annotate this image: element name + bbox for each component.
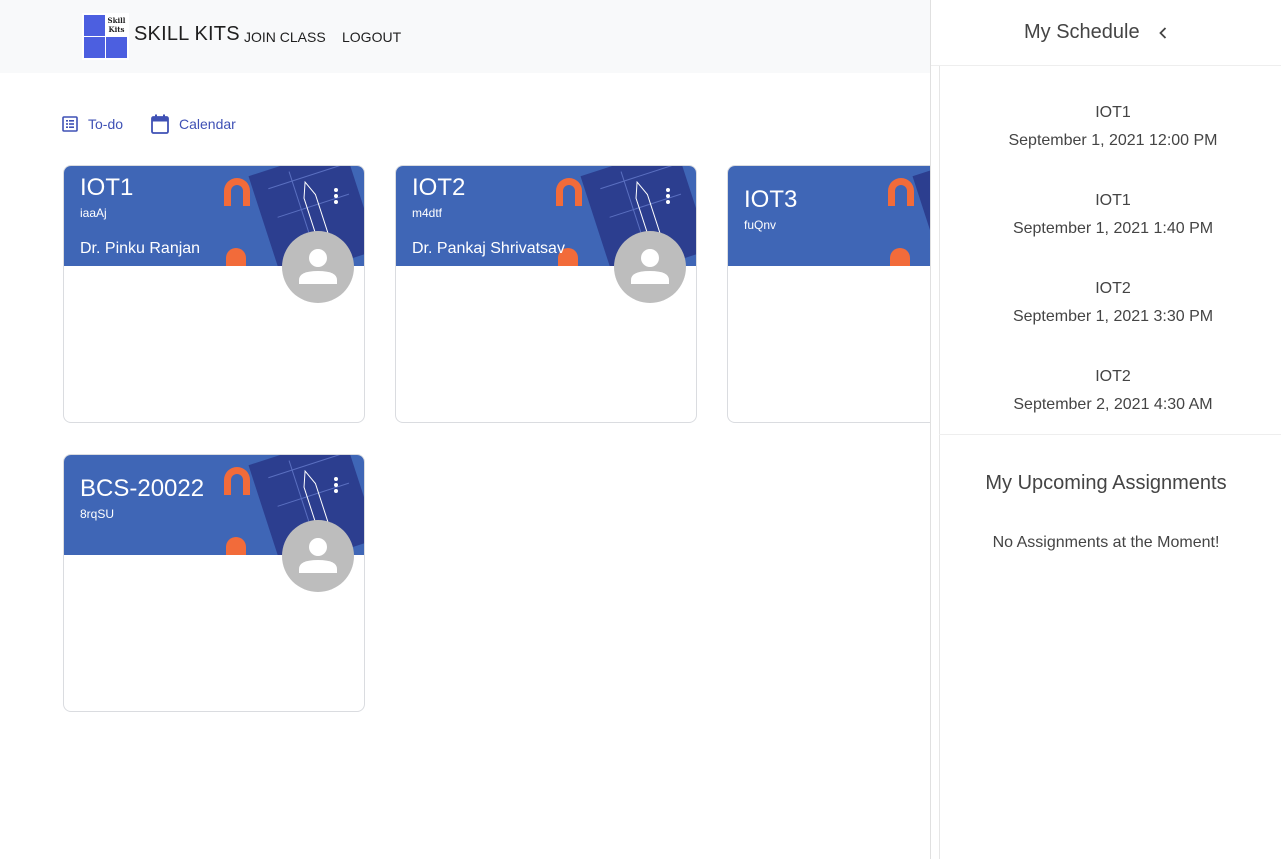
schedule-time: September 1, 2021 12:00 PM xyxy=(1008,132,1218,149)
schedule-item: IOT2 September 1, 2021 3:30 PM xyxy=(939,280,1286,326)
class-name[interactable]: IOT1 xyxy=(80,174,133,202)
schedule-time: September 2, 2021 4:30 AM xyxy=(1013,396,1213,413)
class-code: iaaAj xyxy=(80,206,107,220)
avatar xyxy=(282,231,354,303)
person-icon xyxy=(299,249,337,284)
panel-divider xyxy=(939,66,940,859)
class-name[interactable]: IOT2 xyxy=(412,174,465,202)
list-icon xyxy=(62,116,78,132)
schedule-panel: My Schedule IOT1 September 1, 2021 12:00… xyxy=(930,0,1286,859)
calendar-icon xyxy=(151,114,169,134)
assignments-empty-message: No Assignments at the Moment! xyxy=(992,534,1220,551)
more-vert-icon[interactable] xyxy=(332,188,340,206)
divider xyxy=(931,65,1281,66)
logo-text: Skill Kits xyxy=(107,16,126,34)
schedule-time: September 1, 2021 1:40 PM xyxy=(1012,220,1214,237)
schedule-class: IOT2 xyxy=(1095,280,1131,297)
class-card[interactable]: BCS-20022 8rqSU xyxy=(63,454,365,712)
schedule-item: IOT1 September 1, 2021 12:00 PM xyxy=(939,104,1286,150)
class-teacher: Dr. Pinku Ranjan xyxy=(80,240,201,257)
todo-label: To-do xyxy=(88,116,124,132)
avatar xyxy=(282,520,354,592)
class-teacher: Dr. Pankaj Shrivatsav xyxy=(412,240,565,257)
class-name[interactable]: IOT3 xyxy=(744,186,797,214)
class-code: m4dtf xyxy=(412,206,443,220)
schedule-time: September 1, 2021 3:30 PM xyxy=(1012,308,1214,325)
class-code: fuQnv xyxy=(744,218,777,232)
join-class-link[interactable]: JOIN CLASS xyxy=(244,29,326,45)
brand-name[interactable]: SKILL KITS xyxy=(134,23,240,46)
todo-link[interactable]: To-do xyxy=(62,114,123,134)
schedule-class: IOT1 xyxy=(1095,192,1131,209)
app-logo[interactable]: Skill Kits xyxy=(82,13,129,60)
schedule-title: My Schedule xyxy=(1024,21,1140,43)
more-vert-icon[interactable] xyxy=(664,188,672,206)
class-card[interactable]: IOT1 iaaAj Dr. Pinku Ranjan xyxy=(63,165,365,423)
person-icon xyxy=(631,249,669,284)
class-card[interactable]: IOT2 m4dtf Dr. Pankaj Shrivatsav xyxy=(395,165,697,423)
calendar-link[interactable]: Calendar xyxy=(151,114,236,134)
divider xyxy=(939,434,1281,435)
logout-link[interactable]: LOGOUT xyxy=(342,29,401,45)
class-code: 8rqSU xyxy=(80,507,115,521)
calendar-label: Calendar xyxy=(179,116,236,132)
schedule-class: IOT2 xyxy=(1095,368,1131,385)
avatar xyxy=(614,231,686,303)
class-name[interactable]: BCS-20022 xyxy=(80,475,204,503)
schedule-item: IOT2 September 2, 2021 4:30 AM xyxy=(939,368,1286,414)
assignments-title: My Upcoming Assignments xyxy=(985,472,1227,494)
more-vert-icon[interactable] xyxy=(332,477,340,495)
person-icon xyxy=(299,538,337,573)
schedule-item: IOT1 September 1, 2021 1:40 PM xyxy=(939,192,1286,238)
chevron-left-icon[interactable] xyxy=(1157,25,1169,41)
schedule-class: IOT1 xyxy=(1095,104,1131,121)
